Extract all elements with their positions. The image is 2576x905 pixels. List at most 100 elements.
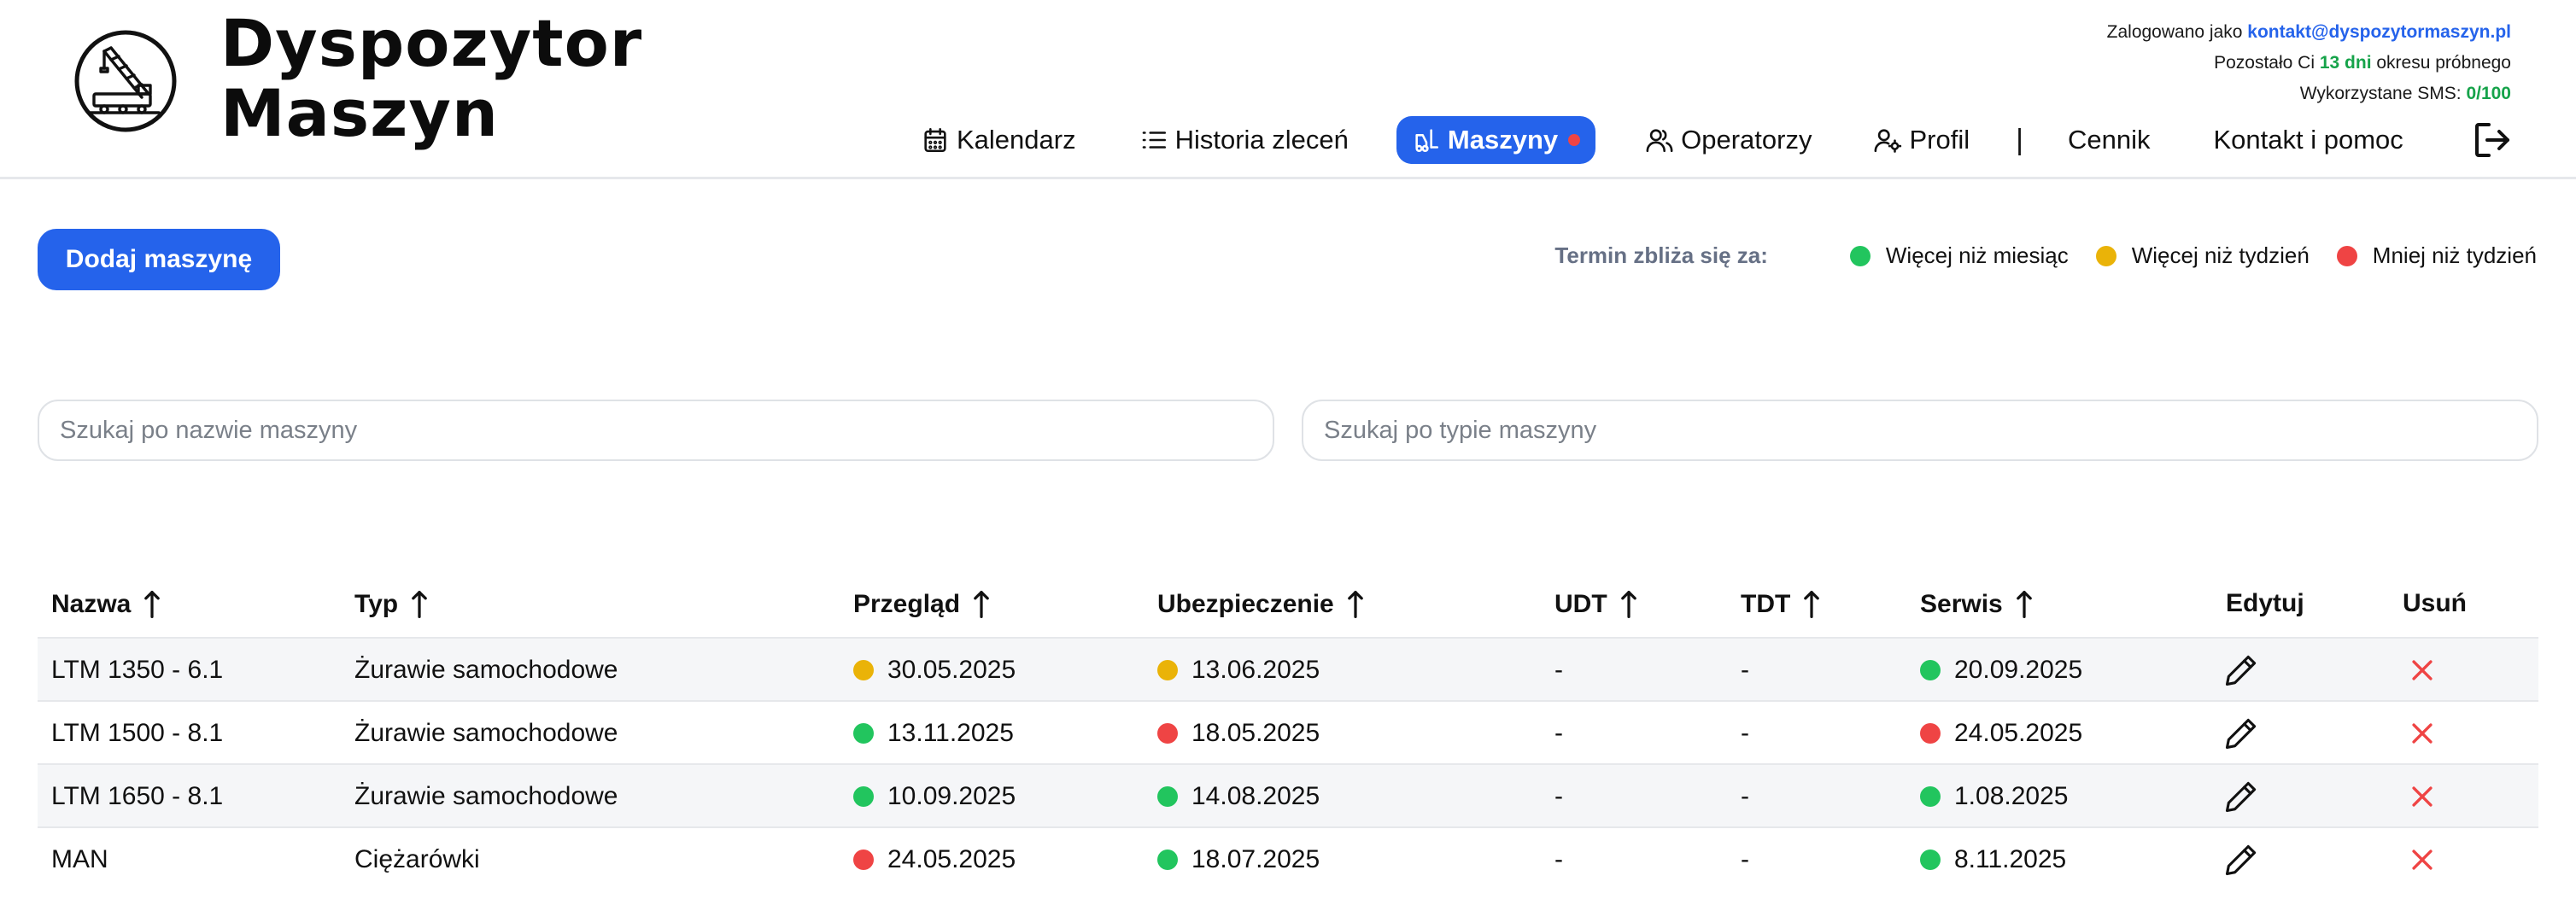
cell-tdt: - [1741, 782, 1749, 810]
header-type[interactable]: Typ [354, 589, 429, 620]
header-tdt-label: TDT [1741, 590, 1791, 618]
table-row: MAN Ciężarówki 24.05.2025 18.07.2025 - -… [38, 828, 2538, 891]
cell-insurance: 14.08.2025 [1157, 765, 1320, 828]
add-machine-button[interactable]: Dodaj maszynę [38, 229, 280, 290]
header-tdt[interactable]: TDT [1741, 589, 1821, 620]
table-row: LTM 1350 - 6.1 Żurawie samochodowe 30.05… [38, 639, 2538, 702]
nav-profil[interactable]: Profil [1858, 116, 1985, 164]
header-udt[interactable]: UDT [1554, 589, 1638, 620]
cell-service: 1.08.2025 [1920, 765, 2068, 828]
cell-inspection: 13.11.2025 [853, 702, 1014, 765]
legend-yellow-dot [2095, 245, 2116, 266]
nav-cennik[interactable]: Cennik [2052, 116, 2166, 164]
edit-button[interactable] [2222, 765, 2260, 828]
nav-separator: | [2016, 123, 2023, 156]
header-insurance[interactable]: Ubezpieczenie [1157, 589, 1365, 620]
legend-less-week-label: Mniej niż tydzień [2372, 242, 2537, 268]
search-name-input[interactable] [38, 400, 1274, 461]
sort-arrow-up-icon [1620, 590, 1636, 619]
status-dot-green [1920, 850, 1941, 870]
calendar-icon [924, 127, 946, 153]
legend-red-dot [2336, 245, 2357, 266]
status-dot-green [1920, 660, 1941, 680]
header-inspection-label: Przegląd [853, 590, 961, 618]
sort-arrow-up-icon [1347, 590, 1363, 619]
status-dot-green [1157, 850, 1178, 870]
edit-button[interactable] [2222, 828, 2260, 891]
search-type-input[interactable] [1302, 400, 2538, 461]
cell-udt: - [1554, 719, 1563, 747]
header-inspection[interactable]: Przegląd [853, 589, 991, 620]
sms-prefix: Wykorzystane SMS: [2299, 84, 2462, 103]
logout-icon[interactable] [2472, 120, 2513, 161]
delete-button[interactable] [2408, 702, 2437, 765]
cell-type: Ciężarówki [354, 845, 480, 873]
top-header: Dyspozytor Maszyn Zalogowano jako kontak… [0, 0, 2576, 179]
nav-kontakt-label: Kontakt i pomoc [2213, 125, 2403, 155]
cell-type: Żurawie samochodowe [354, 656, 618, 684]
brand-line-1: Dyspozytor [220, 5, 643, 81]
cell-udt: - [1554, 782, 1563, 810]
status-dot-red [1920, 723, 1941, 744]
header-service[interactable]: Serwis [1920, 589, 2034, 620]
insurance-date: 14.08.2025 [1191, 782, 1320, 810]
pencil-icon [2225, 655, 2257, 686]
cell-inspection: 30.05.2025 [853, 639, 1016, 702]
legend-title: Termin zbliża się za: [1554, 242, 1768, 268]
sms-line: Wykorzystane SMS: 0/100 [2107, 79, 2511, 109]
header-udt-label: UDT [1554, 590, 1607, 618]
nav-operatorzy[interactable]: Operatorzy [1630, 116, 1827, 164]
status-dot-green [1157, 786, 1178, 807]
cell-name: LTM 1350 - 6.1 [51, 656, 224, 684]
trial-days: 13 dni [2319, 53, 2372, 73]
table-row: LTM 1650 - 8.1 Żurawie samochodowe 10.09… [38, 765, 2538, 828]
header-insurance-label: Ubezpieczenie [1157, 590, 1334, 618]
header-edit: Edytuj [2226, 589, 2304, 618]
cell-type: Żurawie samochodowe [354, 719, 618, 747]
status-dot-red [853, 850, 874, 870]
inspection-date: 24.05.2025 [887, 845, 1016, 873]
sort-arrow-up-icon [974, 590, 989, 619]
app-brand[interactable]: Dyspozytor Maszyn [220, 9, 642, 149]
close-icon [2412, 786, 2433, 807]
close-icon [2412, 723, 2433, 744]
account-email: kontakt@dyspozytormaszyn.pl [2247, 22, 2511, 42]
service-date: 1.08.2025 [1954, 782, 2069, 810]
account-info: Zalogowano jako kontakt@dyspozytormaszyn… [2107, 17, 2511, 109]
nav-maszyny[interactable]: Maszyny [1396, 116, 1596, 164]
brand-line-2: Maszyn [220, 75, 500, 151]
header-name-label: Nazwa [51, 590, 132, 618]
cell-tdt: - [1741, 719, 1749, 747]
header-delete: Usuń [2403, 589, 2467, 618]
delete-button[interactable] [2408, 765, 2437, 828]
cell-inspection: 24.05.2025 [853, 828, 1016, 891]
deadline-legend: Termin zbliża się za: Więcej niż miesiąc… [1554, 242, 2537, 269]
delete-button[interactable] [2408, 828, 2437, 891]
cell-udt: - [1554, 656, 1563, 684]
header-type-label: Typ [354, 590, 399, 618]
nav-profil-label: Profil [1909, 125, 1970, 155]
list-icon [1142, 131, 1166, 149]
nav-operatorzy-label: Operatorzy [1681, 125, 1812, 155]
table-header: Nazwa Typ Przegląd Ubezpieczenie UDT TDT… [38, 574, 2538, 639]
header-edit-label: Edytuj [2226, 589, 2304, 617]
header-name[interactable]: Nazwa [51, 589, 161, 620]
machines-table: Nazwa Typ Przegląd Ubezpieczenie UDT TDT… [38, 574, 2538, 891]
cell-service: 8.11.2025 [1920, 828, 2066, 891]
trial-suffix: okresu próbnego [2376, 53, 2511, 73]
trial-prefix: Pozostało Ci [2214, 53, 2315, 73]
crane-logo-icon [74, 30, 177, 132]
nav-historia-label: Historia zleceń [1174, 125, 1349, 155]
cell-type: Żurawie samochodowe [354, 782, 618, 810]
pencil-icon [2225, 718, 2257, 750]
nav-kalendarz[interactable]: Kalendarz [905, 116, 1092, 164]
delete-button[interactable] [2408, 639, 2437, 702]
nav-kontakt[interactable]: Kontakt i pomoc [2198, 116, 2418, 164]
users-icon [1646, 129, 1673, 153]
nav-historia-zlecen[interactable]: Historia zleceń [1124, 116, 1364, 164]
header-delete-label: Usuń [2403, 589, 2467, 617]
cell-tdt: - [1741, 656, 1749, 684]
edit-button[interactable] [2222, 702, 2260, 765]
logged-in-prefix: Zalogowano jako [2106, 22, 2243, 42]
edit-button[interactable] [2222, 639, 2260, 702]
